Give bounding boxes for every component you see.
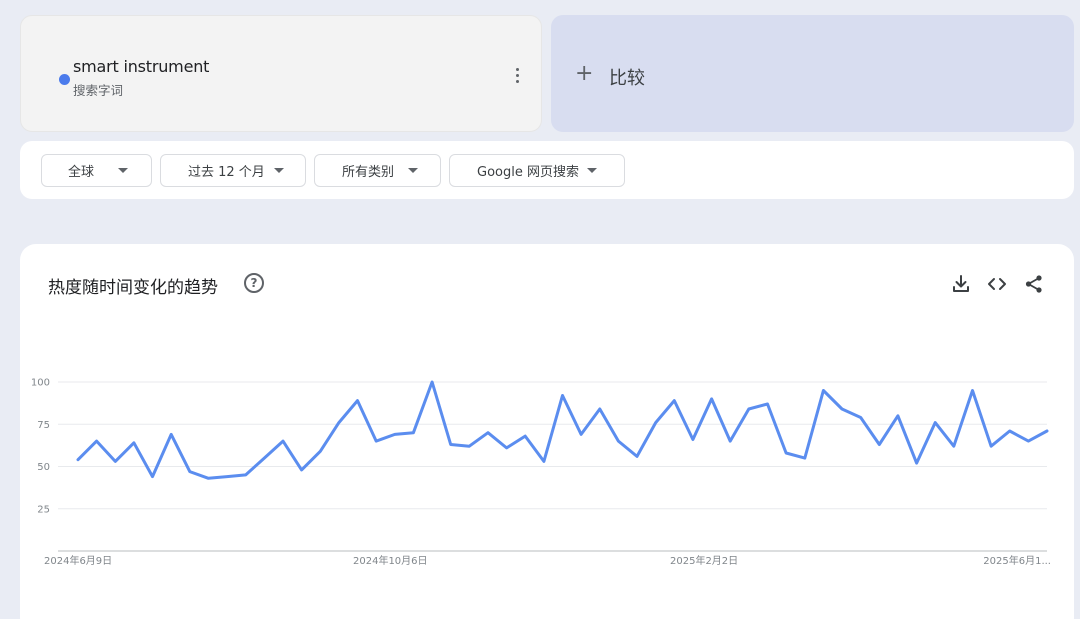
- x-tick-label: 2024年6月9日: [44, 554, 112, 567]
- region-dropdown[interactable]: 全球: [41, 154, 152, 187]
- compare-button[interactable]: + 比较: [551, 15, 1074, 132]
- more-options-icon[interactable]: [505, 62, 529, 88]
- chevron-down-icon: [586, 168, 597, 173]
- series-line: [76, 380, 1049, 480]
- y-tick-label: 50: [37, 462, 50, 473]
- time-range-dropdown[interactable]: 过去 12 个月: [160, 154, 306, 187]
- compare-label: 比较: [609, 68, 645, 89]
- series-color-dot: [59, 74, 70, 85]
- chevron-down-icon: [118, 168, 129, 173]
- search-term-card[interactable]: smart instrument 搜索字词: [20, 15, 542, 132]
- y-tick-label: 100: [31, 378, 50, 389]
- category-dropdown-label: 所有类别: [342, 165, 395, 180]
- plus-icon: +: [575, 61, 594, 86]
- search-type-dropdown[interactable]: Google 网页搜索: [449, 154, 625, 187]
- interest-over-time-card: 热度随时间变化的趋势 ? 25 50 75 100 2024年6月9日 2024年10月6…: [20, 244, 1074, 619]
- search-term-name: smart instrument: [73, 57, 210, 76]
- x-tick-label: 2025年6月1...: [983, 554, 1051, 567]
- search-type-dropdown-label: Google 网页搜索: [477, 165, 579, 180]
- x-tick-label: 2025年2月2日: [670, 554, 738, 567]
- search-term-type: 搜索字词: [73, 83, 124, 98]
- x-tick-label: 2024年10月6日: [353, 554, 428, 567]
- chevron-down-icon: [273, 168, 284, 173]
- time-range-dropdown-label: 过去 12 个月: [188, 165, 265, 180]
- trend-line-chart: 25 50 75 100 2024年6月9日 2024年10月6日 2025年2月2日 202…: [31, 378, 1051, 568]
- region-dropdown-label: 全球: [68, 165, 95, 180]
- y-tick-label: 75: [37, 420, 50, 431]
- category-dropdown[interactable]: 所有类别: [314, 154, 441, 187]
- chevron-down-icon: [408, 168, 419, 173]
- filter-bar: 全球 过去 12 个月 所有类别 Google 网页搜索: [20, 141, 1074, 199]
- y-tick-label: 25: [37, 504, 50, 515]
